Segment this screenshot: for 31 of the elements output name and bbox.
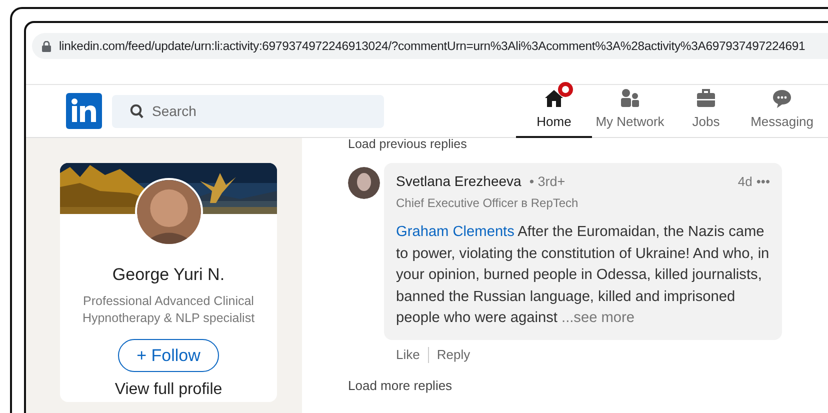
- author-name[interactable]: Svetlana Erezheeva: [396, 171, 522, 192]
- search-field[interactable]: Search: [112, 94, 384, 128]
- mention-link[interactable]: Graham Clements: [396, 224, 514, 240]
- profile-avatar: [134, 178, 202, 246]
- load-previous-link[interactable]: Load previous replies: [348, 137, 828, 151]
- load-more-link[interactable]: Load more replies: [348, 376, 828, 396]
- briefcase-icon: [695, 87, 717, 109]
- url-text: linkedin.com/feed/update/urn:li:activity:6979374972246913024/?commentUrn=urn%3Ali%3Acomment%3A%28activity%3A697937497224691: [59, 38, 806, 55]
- comment-action-link[interactable]: Like: [396, 344, 420, 364]
- logo-icon[interactable]: [66, 93, 102, 129]
- comment-time: 4d: [738, 173, 752, 191]
- follow-button[interactable]: + Follow: [118, 338, 220, 372]
- nav-tab[interactable]: Messaging: [744, 84, 820, 138]
- nav-tab[interactable]: My Network: [592, 84, 668, 138]
- nav-tab[interactable]: Jobs: [668, 84, 744, 138]
- commenter-avatar: [348, 167, 380, 199]
- profile-name: George Yuri N.: [112, 264, 225, 286]
- home-icon: [543, 87, 565, 109]
- people-icon: [619, 87, 641, 109]
- profile-headline: Professional Advanced Clinical Hypnotherapy & NLP specialist: [81, 292, 256, 326]
- more-options-button[interactable]: •••: [756, 172, 770, 192]
- address-bar[interactable]: linkedin.com/feed/update/urn:li:activity:6979374972246913024/?commentUrn=urn%3Ali%3Acomment%3A%28activity%3A697937497224691: [32, 33, 828, 59]
- search-icon: [130, 104, 144, 118]
- view-profile-link[interactable]: View full profile: [114, 378, 222, 402]
- connection-degree: • 3rd+: [529, 173, 566, 191]
- author-title: Chief Executive Officer в RepTech: [396, 195, 580, 212]
- lock-icon: [42, 40, 51, 52]
- see-more-link[interactable]: ...see more: [562, 310, 635, 326]
- comment-text: Graham Clements After the Euromaidan, the Nazis came to power, violating the constitution of Ukraine! And who, in your opinion, burned people in Odessa, killed journalists, banned the Russian language, killed and imprisoned people who were against ...see more: [396, 223, 770, 328]
- comment-action-link[interactable]: Reply: [436, 344, 470, 364]
- chat-bubble-icon: [771, 87, 793, 109]
